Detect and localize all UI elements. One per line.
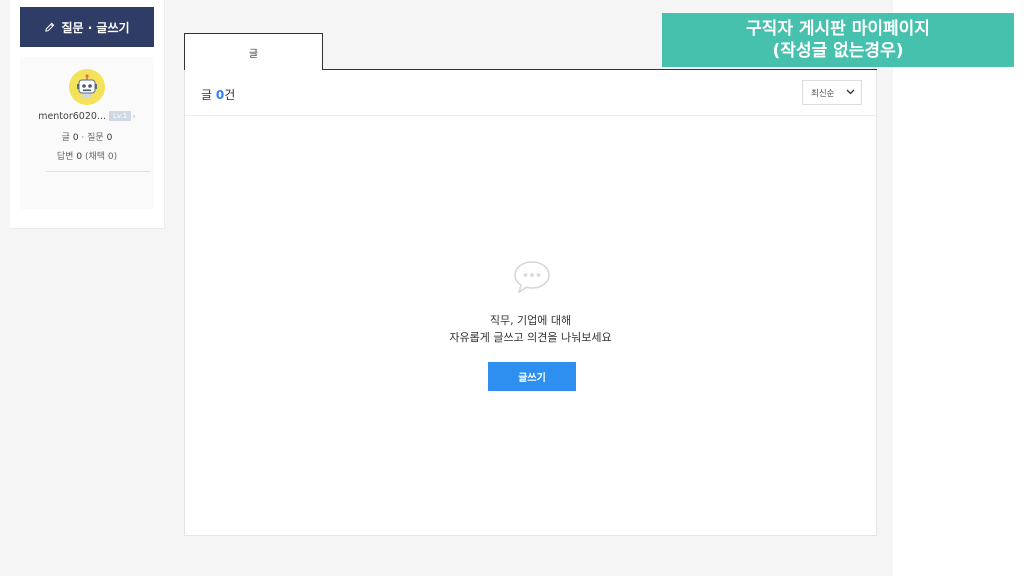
tab-posts[interactable]: 글 [184, 33, 323, 70]
annotation-line2: (작성글 없는경우) [772, 41, 904, 61]
post-count-value: 0 [215, 88, 225, 102]
chevron-right-icon: › [132, 112, 136, 122]
profile-card: mentor6020... Lv.1 › 글 0 · 질문 0 답변 0 (채택 0… [20, 57, 154, 209]
sidebar: 질문 · 글쓰기 mentor6020...Lv.1› 글 0 · 질문 0 [10, 0, 165, 229]
annotation-banner: 구직자 게시판 마이페이지 (작성글 없는경우) [662, 13, 1014, 67]
questions-count: 0 [106, 133, 113, 143]
answers-label: 답변 [56, 152, 74, 162]
tab-posts-label: 글 [248, 48, 259, 60]
post-question-stats: 글 0 · 질문 0 [20, 130, 154, 143]
posts-panel: 글 0건 최신순 직무, 기업에 대해 자유롭게 글쓰고 의견을 나눠보세요 글… [184, 70, 877, 536]
pencil-icon [44, 22, 55, 33]
chevron-down-icon [846, 87, 855, 98]
panel-divider [185, 115, 876, 116]
post-count: 글 0건 [201, 86, 235, 103]
username: mentor6020... [38, 111, 106, 122]
empty-state-line1: 직무, 기업에 대해 [489, 314, 572, 327]
sort-selected-label: 최신순 [811, 88, 835, 99]
right-margin [893, 0, 1024, 576]
write-post-button-label: 질문 · 글쓰기 [61, 20, 130, 35]
post-count-suffix: 건 [224, 88, 236, 102]
adopted-count: (채택 0) [84, 152, 118, 162]
posts-count: 0 [72, 133, 79, 143]
sort-dropdown[interactable]: 최신순 [802, 80, 862, 105]
empty-state-write-button[interactable]: 글쓰기 [488, 362, 576, 391]
post-count-prefix: 글 [201, 88, 213, 102]
profile-divider [46, 171, 150, 172]
robot-avatar-icon[interactable] [69, 69, 105, 105]
answer-stats: 답변 0 (채택 0) [20, 149, 154, 162]
write-post-button[interactable]: 질문 · 글쓰기 [20, 7, 154, 47]
annotation-line1: 구직자 게시판 마이페이지 [746, 19, 930, 39]
questions-label: · 질문 [81, 133, 104, 143]
posts-label: 글 [61, 133, 70, 143]
empty-state-line2: 자유롭게 글쓰고 의견을 나눠보세요 [449, 331, 612, 344]
username-row[interactable]: mentor6020... Lv.1 › [20, 111, 154, 122]
grade-badge: Lv.1 [109, 111, 132, 121]
speech-bubble-icon [512, 259, 552, 299]
answers-count: 0 [76, 152, 83, 162]
